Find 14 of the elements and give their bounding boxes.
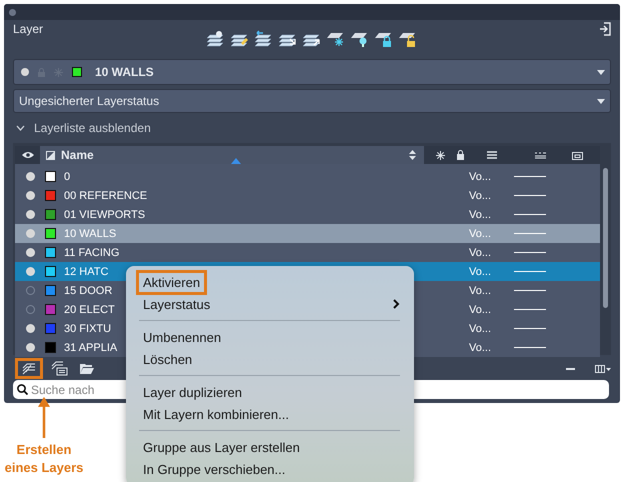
table-cell-text: Vo...	[469, 284, 492, 296]
table-cell-text: Vo...	[469, 170, 492, 182]
current-layer-name: 10 WALLS	[95, 65, 154, 79]
table-cell-text: Vo...	[469, 304, 492, 316]
table-cell-text: Vo...	[469, 342, 492, 354]
table-cell-text: Vo...	[469, 266, 492, 278]
table-cell-text: Vo...	[469, 208, 492, 220]
layer-state-value: Ungesicherter Layerstatus	[19, 94, 160, 108]
panel-title: Layer	[13, 22, 44, 36]
table-cell-text: Vo...	[469, 246, 492, 258]
callout-text: Erstellen eines Layers	[4, 441, 84, 477]
table-cell-text: Vo...	[469, 190, 492, 202]
table-cell-text: Vo...	[469, 322, 492, 334]
table-cell-text: Vo...	[469, 228, 492, 240]
